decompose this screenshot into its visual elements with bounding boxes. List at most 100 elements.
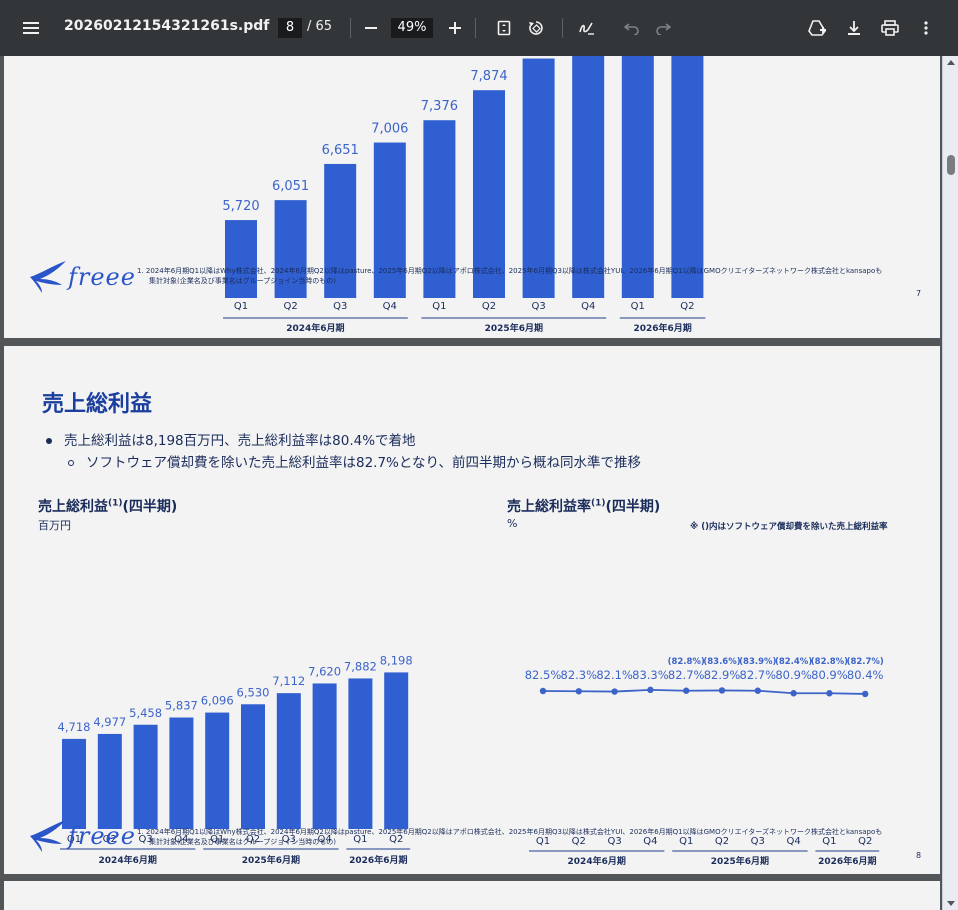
margin-point <box>826 690 833 697</box>
x-tick-label: Q4 <box>383 301 397 312</box>
bar-value-label: 7,112 <box>272 674 305 688</box>
margin-line <box>542 688 866 695</box>
bar-value-label: 7,376 <box>421 99 458 114</box>
margin-excl-label: (82.4%) <box>775 657 812 667</box>
undo-icon[interactable] <box>616 12 648 44</box>
group-label: 2024年6月期 <box>286 322 344 334</box>
gross-profit-bar <box>384 672 409 829</box>
margin-point <box>683 687 690 694</box>
margin-point <box>647 686 654 694</box>
x-tick-label: Q4 <box>581 301 595 312</box>
bar-value-label: 4,977 <box>93 715 126 729</box>
margin-value-label: 82.7% <box>668 668 705 682</box>
x-tick-label: Q1 <box>432 301 446 312</box>
x-tick-label: Q1 <box>631 301 645 312</box>
revenue-bar <box>225 220 257 298</box>
print-icon[interactable] <box>874 12 906 44</box>
document-title: 20260212154321261s.pdf <box>64 18 270 34</box>
gross-profit-bar <box>276 693 301 829</box>
margin-point <box>718 687 726 694</box>
gross-profit-bar <box>348 678 373 829</box>
gross-profit-charts: 4,718 4,9775,4585,837 6,0966,5307,1127,620… <box>58 653 884 867</box>
bar-value-label: 4,718 <box>58 720 91 734</box>
margin-value-label: 82.3% <box>561 668 598 682</box>
margin-value-label: 80.4% <box>847 668 884 682</box>
gross-profit-bar <box>62 738 86 829</box>
margin-value-label: 82.7% <box>740 668 777 682</box>
page-number: 7 <box>916 289 922 298</box>
x-tick-label: Q2 <box>283 301 297 312</box>
bar-value-label: 7,874 <box>470 69 507 84</box>
margin-value-label: 83.3% <box>632 668 669 682</box>
menu-icon[interactable] <box>16 12 48 44</box>
gross-profit-bar <box>133 724 158 829</box>
bar-value-label: 5,458 <box>129 706 162 720</box>
revenue-bar <box>572 56 605 299</box>
margin-excl-label: (82.8%) <box>811 657 848 667</box>
x-tick-label: Q2 <box>482 301 496 312</box>
group-label: 2026年6月期 <box>633 322 691 334</box>
page-number-input[interactable]: 8 <box>278 18 302 38</box>
toolbar-divider <box>350 18 351 38</box>
bar-value-label: 6,530 <box>237 685 270 699</box>
margin-excl-label: (82.8%) <box>668 657 705 667</box>
group-label: 2026年6月期 <box>349 854 407 866</box>
group-label: 2025年6月期 <box>242 854 300 866</box>
bar-value-label: 5,720 <box>222 199 259 214</box>
pdf-viewer[interactable]: 5,720 6,051 6,651 7,006 7,376 7,874 Q1 Q2 Q3 Q4 Q1… <box>0 56 942 910</box>
margin-point <box>611 688 618 695</box>
pdf-page-8: 売上総利益 売上総利益は8,198百万円、売上総利益率は80.4%で着地 ソフト… <box>4 346 940 874</box>
margin-point <box>754 687 761 694</box>
gross-profit-bar <box>169 717 194 829</box>
pdf-page-9 <box>4 881 940 910</box>
margin-point <box>790 690 797 697</box>
bar-value-label: 7,882 <box>344 659 377 673</box>
page-total: / 65 <box>307 19 333 34</box>
margin-excl-label: (82.7%) <box>847 657 884 667</box>
group-label: 2025年6月期 <box>485 322 543 334</box>
footnote: 1. 2024年6月期Q1以降はWhy株式会社、2024年6月期Q2以降はpas… <box>137 828 883 846</box>
freee-logo: freee <box>28 259 136 295</box>
margin-point <box>862 690 869 698</box>
fit-page-icon[interactable] <box>488 12 520 44</box>
margin-value-label: 82.5% <box>525 668 562 682</box>
pen-icon[interactable] <box>571 12 603 44</box>
pdf-toolbar: 20260212154321261s.pdf 8 / 65 49% <box>0 0 958 56</box>
bar-value-label: 6,051 <box>272 179 309 194</box>
bar-value-label: 7,006 <box>371 122 408 137</box>
freee-logo: freee <box>28 818 136 854</box>
gross-profit-bar <box>205 712 230 829</box>
footnote: 1. 2024年6月期Q1以降はWhy株式会社、2024年6月期Q2以降はpas… <box>137 267 883 285</box>
drive-add-icon[interactable] <box>801 12 833 44</box>
bird-logo-icon <box>30 261 66 293</box>
plus-icon[interactable] <box>439 12 471 44</box>
bar-value-label: 6,651 <box>322 143 359 158</box>
scroll-down-icon[interactable] <box>947 901 955 906</box>
group-label: 2025年6月期 <box>711 855 769 867</box>
minus-icon[interactable] <box>355 12 387 44</box>
gross-profit-bar <box>97 733 122 829</box>
group-label: 2024年6月期 <box>568 855 626 867</box>
more-vert-icon[interactable] <box>910 12 942 44</box>
revenue-bar-chart: 5,720 6,051 6,651 7,006 7,376 7,874 Q1 Q2 Q3 Q4 Q1… <box>222 56 706 334</box>
bird-logo-icon <box>30 820 66 852</box>
page-number: 8 <box>916 851 922 860</box>
revenue-bar <box>671 56 704 299</box>
revenue-bar <box>522 58 555 298</box>
margin-excl-label: (83.9%) <box>739 657 776 667</box>
margin-point <box>539 687 547 695</box>
toolbar-divider <box>475 18 476 38</box>
scrollbar-thumb[interactable] <box>947 155 955 175</box>
x-tick-label: Q3 <box>531 301 545 312</box>
download-icon[interactable] <box>838 12 870 44</box>
redo-icon[interactable] <box>647 12 679 44</box>
margin-value-label: 80.9% <box>775 668 812 682</box>
zoom-input[interactable]: 49% <box>391 18 433 38</box>
scroll-up-icon[interactable] <box>947 60 955 65</box>
bar-value-label: 7,620 <box>308 664 341 678</box>
rotate-icon[interactable] <box>520 12 552 44</box>
x-tick-label: Q2 <box>680 301 694 312</box>
vertical-scrollbar[interactable] <box>942 56 958 910</box>
bar-value-label: 6,096 <box>201 694 234 708</box>
x-tick-label: Q1 <box>234 301 248 312</box>
